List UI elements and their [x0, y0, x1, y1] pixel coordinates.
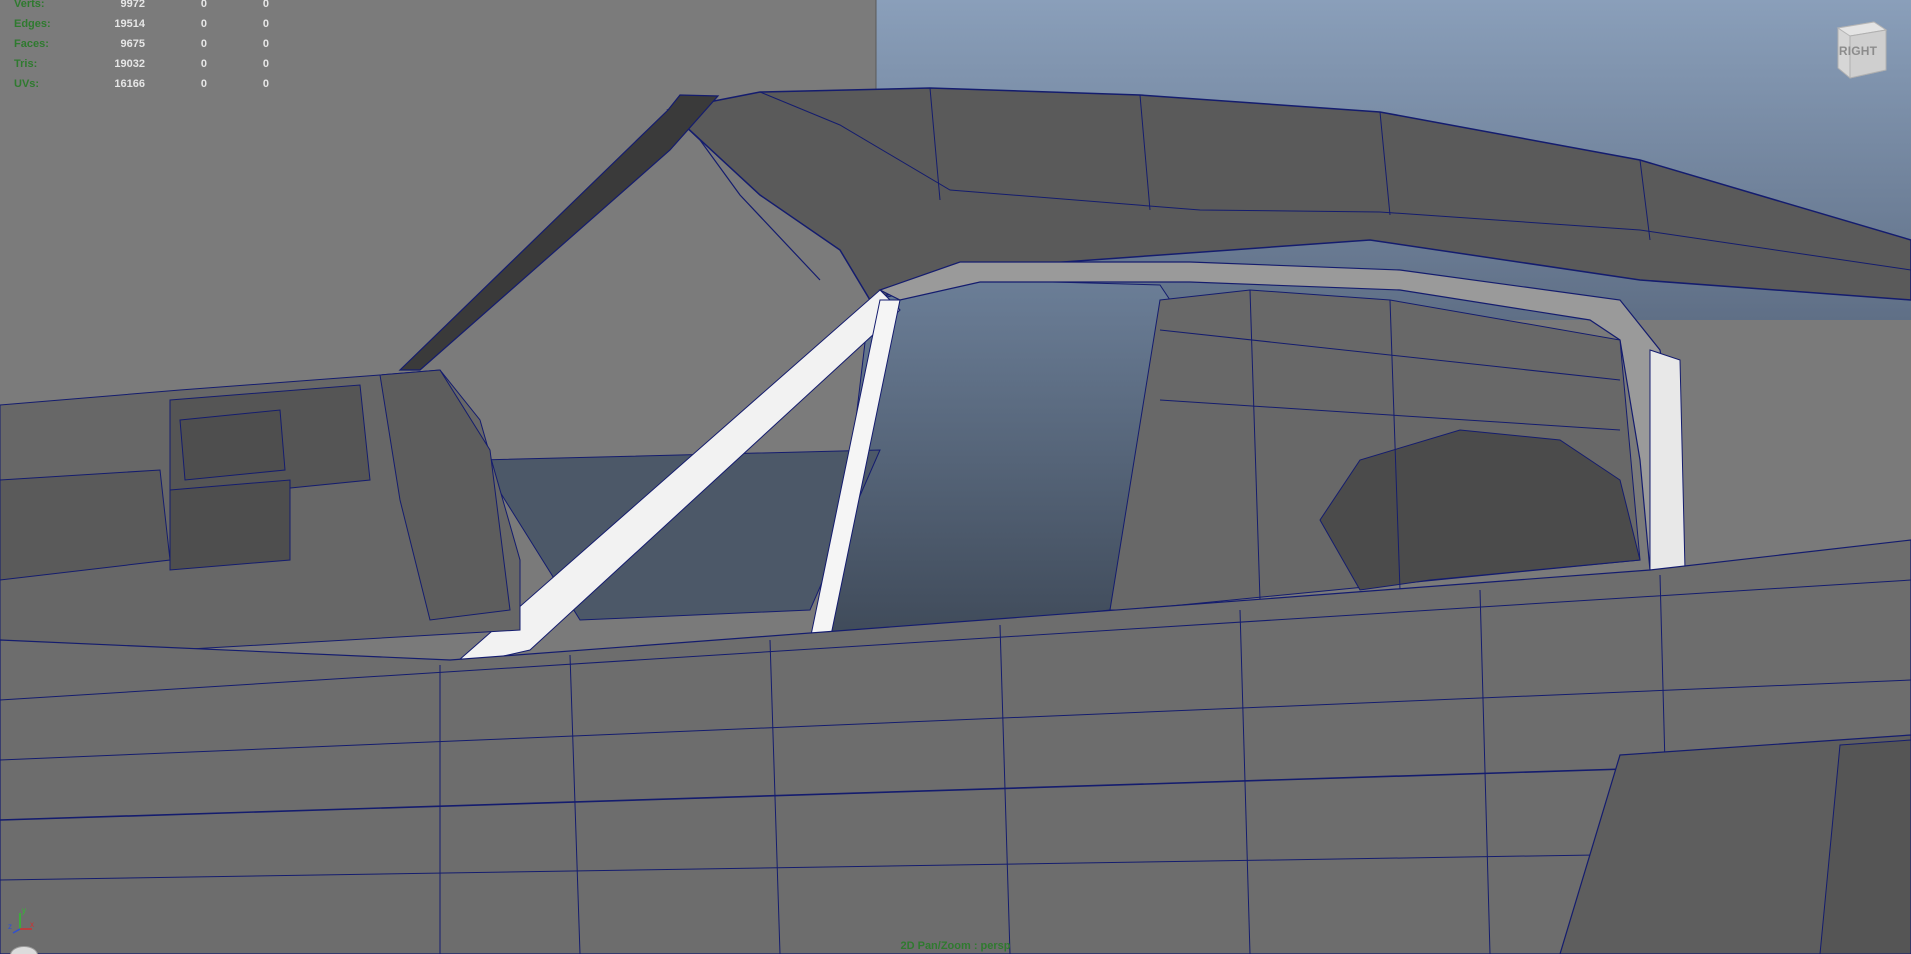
c-pillar-chrome — [1649, 349, 1686, 571]
axis-gizmo: y x z — [8, 906, 34, 934]
hud-row-edges: Edges: 19514 0 0 — [14, 18, 269, 30]
view-cube-label[interactable]: RIGHT — [1836, 44, 1880, 58]
car-mesh-scene[interactable] — [0, 0, 1911, 954]
axis-y-label: y — [22, 906, 26, 915]
poly-count-hud: Verts: 9972 0 0 Edges: 19514 0 0 Faces: … — [14, 0, 269, 94]
seat-cushion — [169, 409, 291, 571]
3d-viewport[interactable]: Verts: 9972 0 0 Edges: 19514 0 0 Faces: … — [0, 0, 1911, 954]
dashboard-panel — [0, 469, 171, 581]
axis-z-label: z — [8, 922, 12, 931]
hud-row-verts: Verts: 9972 0 0 — [14, 0, 269, 10]
hud-row-tris: Tris: 19032 0 0 — [14, 58, 269, 70]
axis-x-label: x — [30, 920, 34, 929]
hud-row-uvs: UVs: 16166 0 0 — [14, 78, 269, 90]
hud-row-faces: Faces: 9675 0 0 — [14, 38, 269, 50]
camera-status-label: 2D Pan/Zoom : persp — [900, 940, 1011, 952]
